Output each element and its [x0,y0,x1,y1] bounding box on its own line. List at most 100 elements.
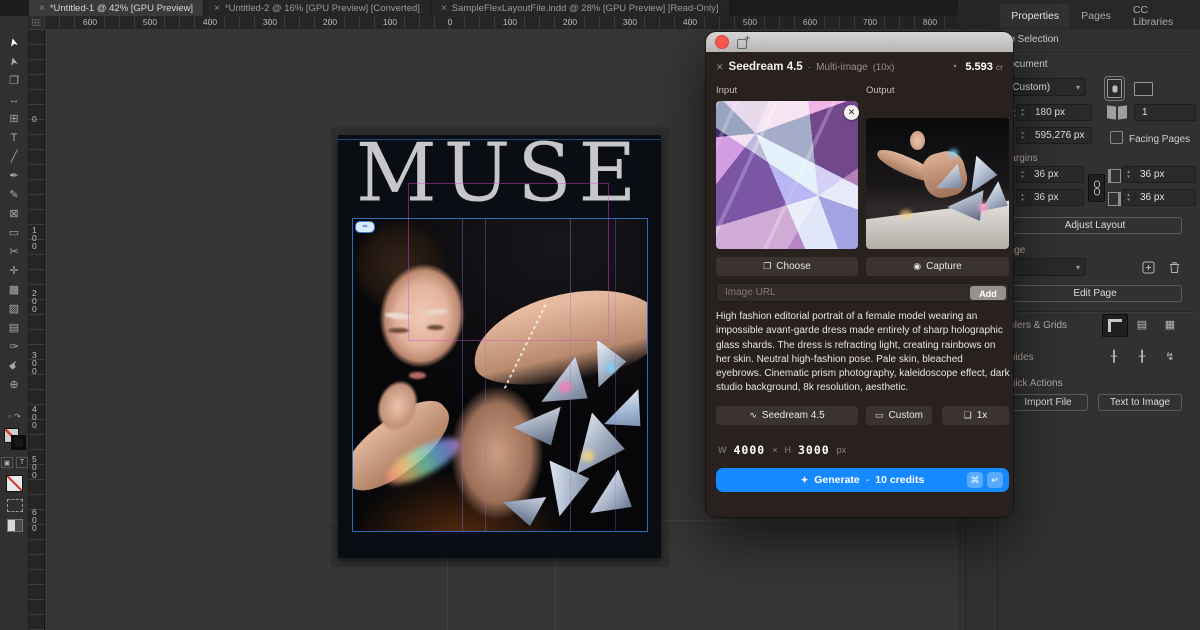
doc-width-value: 180 px [1029,107,1065,118]
tab-cc-libraries[interactable]: CC Libraries [1122,4,1200,28]
edit-page-button[interactable]: Edit Page [1008,285,1182,302]
choose-label: Choose [776,261,810,272]
default-fill-stroke-icon[interactable]: ▫ [8,412,11,421]
lock-guides-button[interactable]: ╂ [1130,346,1154,367]
close-tab-icon[interactable]: × [441,3,447,14]
image-url-field[interactable]: Add [716,283,1009,302]
smart-guides-button[interactable]: ↯ [1158,346,1182,367]
text-to-image-button[interactable]: Text to Image [1098,394,1182,411]
cover-photo-frame[interactable]: ∞ [352,218,648,532]
eyedropper-tool[interactable]: ✑ [4,340,24,353]
gap-tool[interactable]: ↔ [4,93,24,106]
portrait-orientation-button[interactable] [1107,79,1122,98]
line-tool[interactable]: ╱ [4,150,24,163]
link-margins-button[interactable] [1088,174,1105,202]
note-tool[interactable]: ▤ [4,321,24,334]
masthead-text[interactable]: MUSE [338,126,661,220]
spinner-icon[interactable] [1123,167,1135,182]
margin-bottom-field[interactable]: 36 px [1016,189,1084,206]
zoom-tool[interactable]: ⊕ [4,378,24,391]
add-page-button[interactable] [1136,257,1160,278]
pencil-tool[interactable]: ✎ [4,188,24,201]
pen-tool[interactable]: ✒ [4,169,24,182]
pages-count-field[interactable]: 1 [1134,104,1196,121]
delete-page-button[interactable] [1162,257,1186,278]
page-select[interactable] [1002,258,1086,276]
spinner-icon[interactable] [1017,190,1029,205]
apply-to-container-button[interactable]: ▣ [1,457,13,468]
prompt-text[interactable]: High fashion editorial portrait of a fem… [716,310,1011,396]
fill-stroke-swatches[interactable] [4,428,26,450]
height-value-input[interactable]: 3000 [798,443,830,457]
import-file-button[interactable]: Import File [1008,394,1088,411]
output-image-thumbnail[interactable] [866,118,1009,249]
choose-button[interactable]: ❐ Choose [716,257,858,276]
gradient-feather-tool[interactable]: ▨ [4,302,24,315]
stroke-color-swatch[interactable] [11,435,26,450]
spinner-icon[interactable] [1017,105,1029,120]
spinner-icon[interactable] [1017,167,1029,182]
tab-sampleflexlayout[interactable]: × SampleFlexLayoutFile.indd @ 28% [GPU P… [431,0,730,16]
magazine-page[interactable]: MUSE [338,135,661,558]
hand-tool[interactable]: ☛ [4,359,24,372]
swap-fill-stroke-icon[interactable]: ↷ [14,412,21,421]
spinner-icon[interactable] [1123,190,1135,205]
show-guides-button[interactable]: ╂ [1102,346,1126,367]
horizontal-ruler[interactable]: 6005004003002001000100200300400500600700… [44,16,958,30]
generate-button[interactable]: ✦ Generate - 10 credits ⌘ ↵ [716,468,1009,492]
custom-size-button[interactable]: ▭ Custom [866,406,932,425]
frame-tool[interactable]: ⊠ [4,207,24,220]
landscape-orientation-button[interactable] [1134,82,1153,96]
margin-right-field[interactable]: 36 px [1122,189,1196,206]
model-select-button[interactable]: ∿ Seedream 4.5 [716,406,858,425]
facing-pages-option[interactable]: Facing Pages [1110,131,1190,145]
dialog-titlebar[interactable] [706,32,1013,52]
rectangle-tool[interactable]: ▭ [4,226,24,239]
direct-selection-tool[interactable]: ➤ [4,55,24,68]
margin-top-value: 36 px [1029,169,1058,180]
spinner-icon[interactable] [1017,128,1029,143]
collapse-icon[interactable]: ✕ [716,62,724,73]
scissors-tool[interactable]: ✂ [4,245,24,258]
document-grid-button[interactable]: ▦ [1158,314,1182,335]
tab-pages[interactable]: Pages [1070,4,1122,28]
batch-count-button[interactable]: ❏ 1x [942,406,1009,425]
apply-to-text-button[interactable]: T [16,457,28,468]
remove-input-icon[interactable]: ✕ [844,105,859,120]
gradient-tool[interactable]: ▩ [4,283,24,296]
tab-untitled-1[interactable]: × *Untitled-1 @ 42% [GPU Preview] [29,0,204,16]
content-collector-tool[interactable]: ⊞ [4,112,24,125]
apply-none-swatch[interactable] [6,475,23,492]
tab-properties[interactable]: Properties [1000,4,1070,28]
close-tab-icon[interactable]: × [214,3,220,14]
doc-height-field[interactable]: 595,276 px [1016,127,1092,144]
doc-width-field[interactable]: 180 px [1016,104,1092,121]
tab-untitled-2[interactable]: × *Untitled-2 @ 16% [GPU Preview] [Conve… [204,0,431,16]
document-preset-select[interactable]: (Custom) [1002,78,1086,96]
link-badge[interactable]: ∞ [355,221,375,233]
show-rulers-button[interactable] [1102,314,1128,337]
adjust-layout-button[interactable]: Adjust Layout [1008,217,1182,234]
history-icon[interactable]: ◔ [951,61,958,73]
width-value-input[interactable]: 4000 [734,443,766,457]
mode-label[interactable]: Multi-image [816,62,868,73]
selection-tool[interactable]: ➤ [4,36,24,49]
free-transform-tool[interactable]: ✛ [4,264,24,277]
ruler-origin-box[interactable] [29,16,45,30]
close-window-button[interactable] [715,35,729,49]
margin-top-field[interactable]: 36 px [1016,166,1084,183]
input-image-thumbnail[interactable] [716,101,858,249]
capture-button[interactable]: ◉ Capture [866,257,1009,276]
duplicate-window-icon[interactable] [737,36,749,48]
vertical-ruler[interactable]: 01 0 02 0 03 0 04 0 05 0 06 0 0 [29,29,45,630]
page-tool[interactable]: ❐ [4,74,24,87]
type-tool[interactable]: T [4,131,24,144]
margin-left-field[interactable]: 36 px [1122,166,1196,183]
baseline-grid-button[interactable]: ▤ [1130,314,1154,335]
facing-pages-checkbox[interactable] [1110,131,1123,144]
close-tab-icon[interactable]: × [39,3,45,14]
frame-edges-icon[interactable] [7,499,23,512]
image-url-input[interactable] [717,284,1008,301]
add-url-button[interactable]: Add [970,286,1006,300]
screen-mode-icon[interactable] [7,519,23,532]
